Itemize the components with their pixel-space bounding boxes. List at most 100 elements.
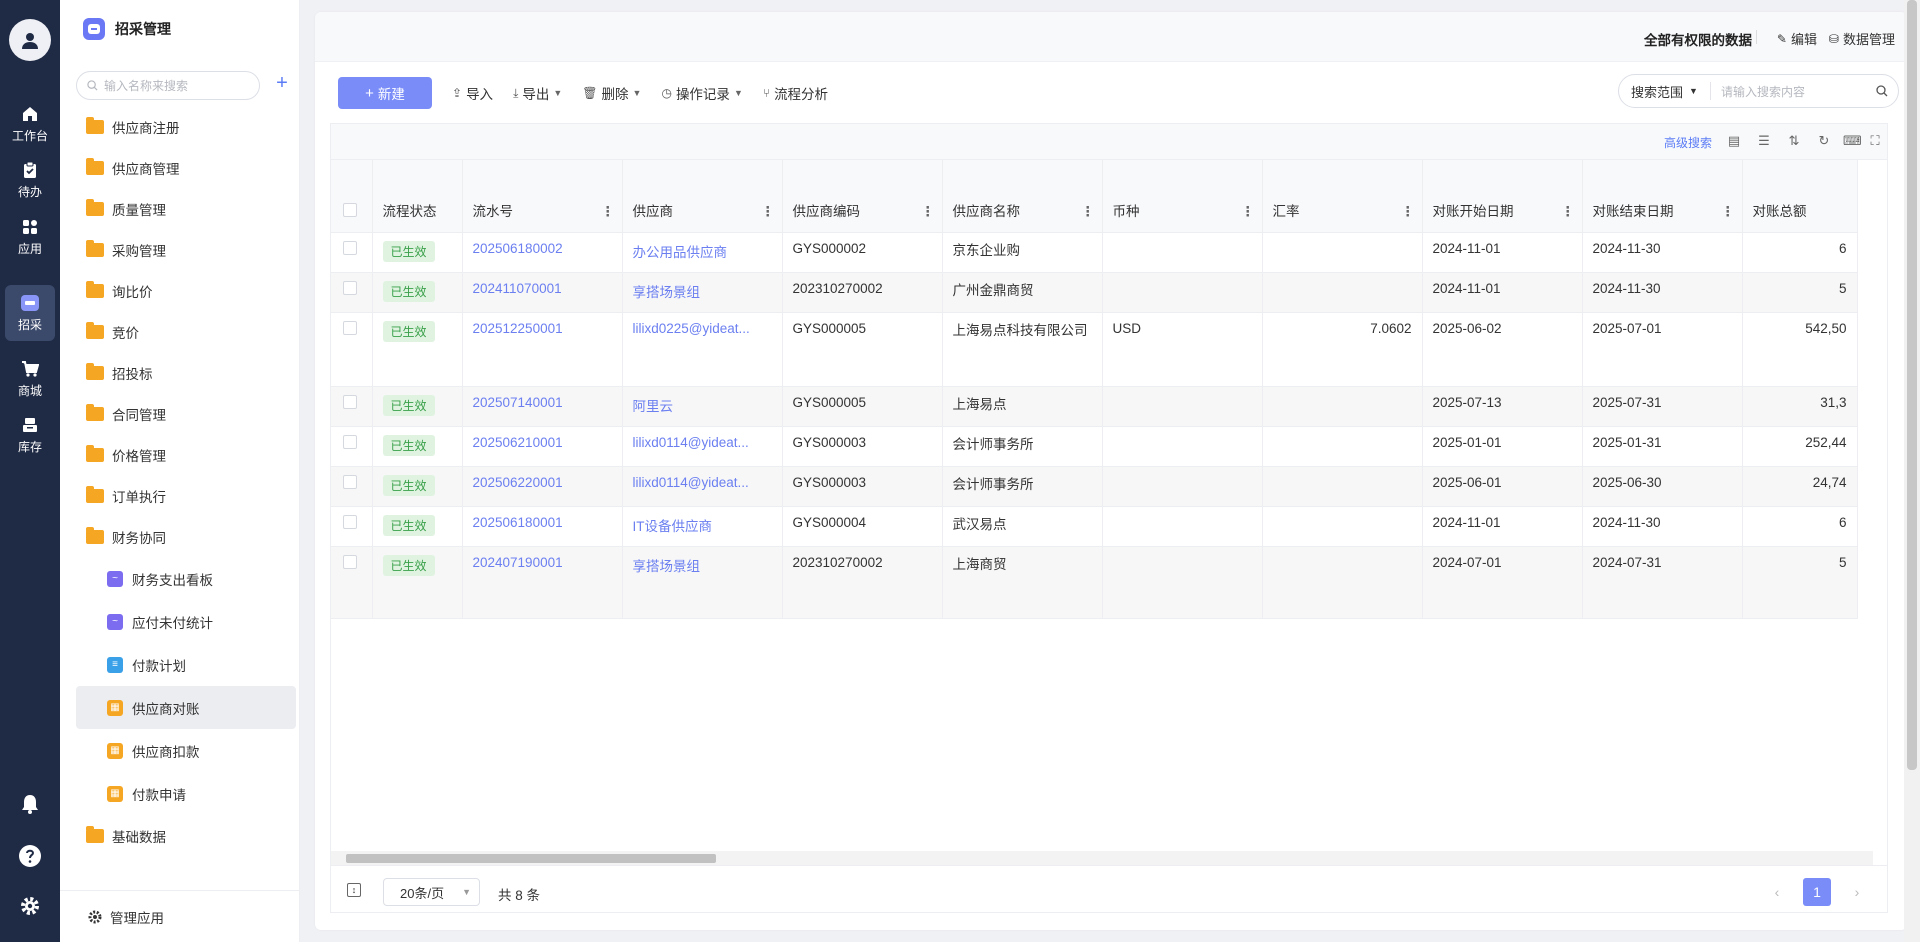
supplier-value[interactable]: 阿里云 [633,399,674,414]
next-page-button[interactable]: › [1843,878,1871,906]
horizontal-scrollbar[interactable] [331,851,1873,865]
more-vertical-icon[interactable]: ⋮ [601,204,614,220]
sidebar-item[interactable]: 招投标 [76,352,296,393]
serial-value[interactable]: 202506210001 [473,435,563,450]
help-icon[interactable] [0,836,60,876]
rail-item-todo[interactable]: 待办 [0,152,60,208]
more-vertical-icon[interactable]: ⋮ [1081,204,1094,220]
page-size-select[interactable]: 20条/页 ▼ [383,878,480,906]
data-manage-button[interactable]: ⛁ 数据管理 [1829,29,1895,48]
page-button-current[interactable]: 1 [1803,878,1831,906]
more-vertical-icon[interactable]: ⋮ [1561,204,1574,220]
table-cell-serial[interactable]: 202407190001 [462,546,623,619]
table-row[interactable]: 已生效 202506220001 lilixd0114@yideat... GYS00… [331,466,1858,507]
column-header[interactable]: 汇率 ⋮ [1262,160,1423,233]
table-cell-serial[interactable]: 202411070001 [462,272,623,313]
table-cell-serial[interactable]: 202512250001 [462,312,623,387]
search-icon[interactable] [1876,85,1888,97]
supplier-value[interactable]: 办公用品供应商 [633,245,728,260]
table-cell-serial[interactable]: 202507140001 [462,386,623,427]
search-input[interactable]: 请输入搜索内容 [1721,83,1876,100]
table-cell-serial[interactable]: 202506180001 [462,506,623,547]
sidebar-item[interactable]: 供应商管理 [76,147,296,188]
rail-item-workbench[interactable]: 工作台 [0,96,60,152]
new-button[interactable]: + 新建 [338,77,432,109]
page-scrollbar[interactable] [1904,0,1920,942]
rail-item-inventory[interactable]: 库存 [0,407,60,463]
advanced-search-link[interactable]: 高级搜索 [1664,134,1712,151]
bell-icon[interactable] [0,784,60,824]
table-cell-serial[interactable]: 202506180002 [462,232,623,273]
table-row[interactable]: 已生效 202506180001 IT设备供应商 GYS000004 武汉易点 2024-… [331,506,1858,547]
checkbox[interactable] [343,434,357,449]
add-icon[interactable]: + [272,73,292,94]
file-settings-icon[interactable]: ▤ [1726,133,1742,149]
sidebar-item[interactable]: 价格管理 [76,434,296,475]
supplier-value[interactable]: 享搭场景组 [633,285,701,300]
column-header[interactable]: 对账结束日期 ⋮ [1582,160,1743,233]
manage-apps-button[interactable]: 管理应用 [60,890,300,942]
supplier-value[interactable]: lilixd0225@yideat... [633,321,750,336]
table-cell-supplier[interactable]: 享搭场景组 [622,546,783,619]
table-cell-supplier[interactable]: lilixd0114@yideat... [622,426,783,467]
more-vertical-icon[interactable]: ⋮ [921,204,934,220]
column-header[interactable]: 流程状态 [372,160,463,233]
table-cell-supplier[interactable]: IT设备供应商 [622,506,783,547]
row-checkbox-cell[interactable] [331,506,373,547]
row-checkbox-cell[interactable] [331,426,373,467]
column-header[interactable]: 供应商名称 ⋮ [942,160,1103,233]
row-checkbox-cell[interactable] [331,272,373,313]
serial-value[interactable]: 202407190001 [473,555,563,570]
import-button[interactable]: ⇪ 导入 [452,83,493,103]
op-log-button[interactable]: ◷ 操作记录 ▼ [661,83,742,103]
sidebar-item[interactable]: 基础数据 [76,815,296,856]
serial-value[interactable]: 202411070001 [473,281,562,296]
sidebar-item[interactable]: 订单执行 [76,475,296,516]
row-checkbox-cell[interactable] [331,546,373,619]
sidebar-subitem[interactable]: ~ 应付未付统计 [76,600,296,643]
sort-icon[interactable]: ⇅ [1786,133,1802,149]
table-row[interactable]: 已生效 202506180002 办公用品供应商 GYS000002 京东企业购 2024… [331,232,1858,273]
table-row[interactable]: 已生效 202507140001 阿里云 GYS000005 上海易点 2025-07-1… [331,386,1858,427]
checkbox[interactable] [343,514,357,529]
supplier-value[interactable]: 享搭场景组 [633,559,701,574]
table-row[interactable]: 已生效 202411070001 享搭场景组 202310270002 广州金鼎商贸 20… [331,272,1858,313]
supplier-value[interactable]: lilixd0114@yideat... [633,475,749,490]
fullscreen-icon[interactable]: ⛶ [1867,133,1883,149]
page-scrollbar-thumb[interactable] [1907,0,1917,770]
row-checkbox-cell[interactable] [331,312,373,387]
more-vertical-icon[interactable]: ⋮ [1721,204,1734,220]
sidebar-search-input[interactable]: 输入名称来搜索 [76,71,260,100]
column-header[interactable]: 流水号 ⋮ [462,160,623,233]
table-cell-supplier[interactable]: lilixd0225@yideat... [622,312,783,387]
vertical-scrollbar[interactable] [1873,160,1887,850]
sidebar-subitem[interactable]: ▦ 供应商扣款 [76,729,296,772]
sidebar-item[interactable]: 合同管理 [76,393,296,434]
column-header[interactable]: 对账开始日期 ⋮ [1422,160,1583,233]
supplier-value[interactable]: IT设备供应商 [633,519,713,534]
table-cell-supplier[interactable]: lilixd0114@yideat... [622,466,783,507]
scrollbar-thumb[interactable] [346,854,716,863]
sidebar-item[interactable]: 询比价 [76,270,296,311]
row-checkbox-cell[interactable] [331,232,373,273]
serial-value[interactable]: 202506220001 [473,475,563,490]
settings-gear-icon[interactable] [0,886,60,926]
table-row[interactable]: 已生效 202512250001 lilixd0225@yideat... GYS00… [331,312,1858,387]
rail-item-mall[interactable]: 商城 [0,351,60,407]
serial-value[interactable]: 202512250001 [473,321,563,336]
more-vertical-icon[interactable]: ⋮ [1241,204,1254,220]
rail-item-apps[interactable]: 应用 [0,209,60,265]
sidebar-item[interactable]: 采购管理 [76,229,296,270]
sidebar-item[interactable]: 财务协同 [76,516,296,557]
serial-value[interactable]: 202506180001 [473,515,563,530]
serial-value[interactable]: 202507140001 [473,395,563,410]
checkbox[interactable] [343,202,357,217]
column-settings-icon[interactable]: ☰ [1756,133,1772,149]
table-cell-serial[interactable]: 202506220001 [462,466,623,507]
sidebar-item[interactable]: 质量管理 [76,188,296,229]
sidebar-subitem[interactable]: ~ 财务支出看板 [76,557,296,600]
flow-analysis-button[interactable]: ⑂ 流程分析 [763,83,828,103]
more-vertical-icon[interactable]: ⋮ [761,204,774,220]
sidebar-subitem[interactable]: ≡ 付款计划 [76,643,296,686]
column-header[interactable]: 供应商编码 ⋮ [782,160,943,233]
